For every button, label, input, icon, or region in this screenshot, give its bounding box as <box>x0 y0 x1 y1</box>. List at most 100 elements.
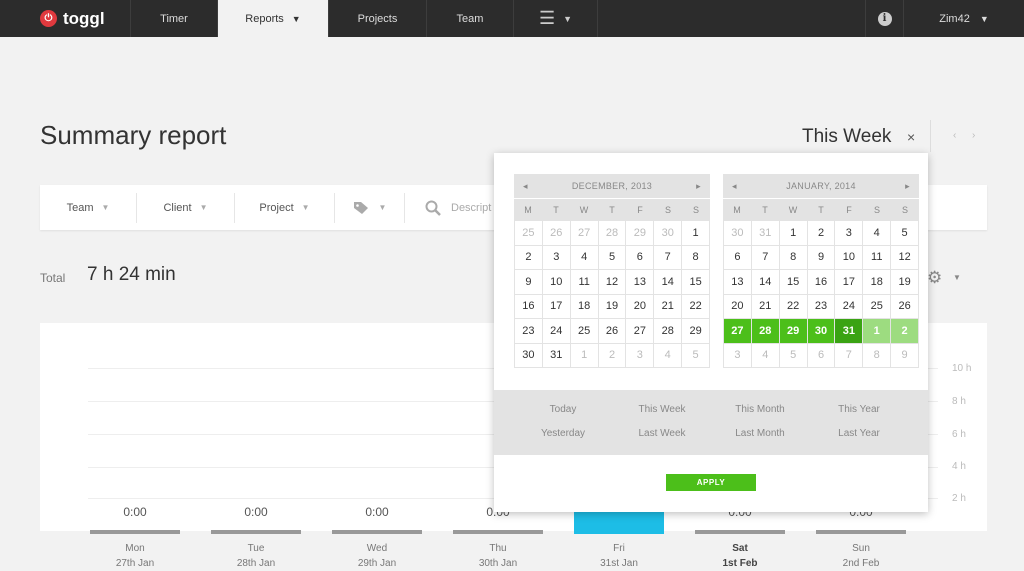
nav-team[interactable]: Team <box>427 0 514 37</box>
calendar-day[interactable]: 26 <box>598 319 627 344</box>
apply-button[interactable]: APPLY <box>666 474 756 491</box>
calendar-day[interactable]: 30 <box>724 221 752 246</box>
calendar-day[interactable]: 1 <box>863 319 892 344</box>
next-month-button[interactable]: ▸ <box>696 181 701 192</box>
calendar-day[interactable]: 2 <box>598 343 627 368</box>
calendar-day[interactable]: 24 <box>835 294 864 319</box>
calendar-day[interactable]: 29 <box>779 319 808 344</box>
calendar-day[interactable]: 17 <box>835 270 864 295</box>
preset-today[interactable]: Today <box>513 404 613 415</box>
calendar-day[interactable]: 1 <box>570 343 599 368</box>
calendar-day[interactable]: 28 <box>598 221 627 246</box>
calendar-day[interactable]: 8 <box>682 245 711 270</box>
calendar-day[interactable]: 13 <box>626 270 655 295</box>
calendar-day[interactable]: 7 <box>654 245 683 270</box>
calendar-day[interactable]: 9 <box>891 343 920 368</box>
calendar-day[interactable]: 14 <box>751 270 780 295</box>
nav-timer[interactable]: Timer <box>131 0 218 37</box>
calendar-day[interactable]: 3 <box>626 343 655 368</box>
calendar-day[interactable]: 9 <box>515 270 543 295</box>
calendar-day[interactable]: 30 <box>515 343 543 368</box>
calendar-day[interactable]: 2 <box>807 221 836 246</box>
calendar-day[interactable]: 4 <box>654 343 683 368</box>
calendar-day[interactable]: 5 <box>682 343 711 368</box>
calendar-day[interactable]: 22 <box>682 294 711 319</box>
calendar-day[interactable]: 31 <box>542 343 571 368</box>
calendar-day[interactable]: 12 <box>891 245 920 270</box>
calendar-day[interactable]: 23 <box>807 294 836 319</box>
calendar-day[interactable]: 27 <box>724 319 752 344</box>
calendar-day[interactable]: 15 <box>682 270 711 295</box>
calendar-day[interactable]: 2 <box>891 319 920 344</box>
calendar-day[interactable]: 26 <box>891 294 920 319</box>
calendar-day[interactable]: 11 <box>863 245 892 270</box>
calendar-day[interactable]: 25 <box>570 319 599 344</box>
nav-projects[interactable]: Projects <box>329 0 427 37</box>
calendar-day[interactable]: 9 <box>807 245 836 270</box>
calendar-day[interactable]: 19 <box>598 294 627 319</box>
calendar-day[interactable]: 4 <box>863 221 892 246</box>
prev-month-button[interactable]: ◂ <box>732 181 737 192</box>
calendar-day[interactable]: 19 <box>891 270 920 295</box>
calendar-day[interactable]: 24 <box>542 319 571 344</box>
calendar-day[interactable]: 5 <box>891 221 920 246</box>
calendar-day[interactable]: 20 <box>724 294 752 319</box>
calendar-day[interactable]: 8 <box>863 343 892 368</box>
calendar-day[interactable]: 25 <box>515 221 543 246</box>
gear-icon[interactable]: ⚙ <box>927 268 942 288</box>
nav-info-button[interactable]: i <box>865 0 904 37</box>
toggl-logo[interactable]: ⏻ toggl <box>0 0 131 37</box>
calendar-day[interactable]: 18 <box>863 270 892 295</box>
calendar-day[interactable]: 6 <box>724 245 752 270</box>
filter-project[interactable]: Project ▼ <box>235 192 335 223</box>
calendar-day[interactable]: 5 <box>779 343 808 368</box>
calendar-day[interactable]: 31 <box>751 221 780 246</box>
calendar-day[interactable]: 30 <box>807 319 836 344</box>
filter-team[interactable]: Team ▼ <box>40 192 137 223</box>
calendar-day[interactable]: 1 <box>779 221 808 246</box>
calendar-day[interactable]: 5 <box>598 245 627 270</box>
calendar-day[interactable]: 29 <box>626 221 655 246</box>
calendar-day[interactable]: 15 <box>779 270 808 295</box>
filter-tags[interactable]: ▼ <box>335 192 405 223</box>
calendar-day[interactable]: 7 <box>835 343 864 368</box>
nav-menu-button[interactable]: ☰ ▼ <box>514 0 598 37</box>
filter-client[interactable]: Client ▼ <box>137 192 235 223</box>
calendar-day[interactable]: 13 <box>724 270 752 295</box>
next-period-button[interactable]: › <box>972 130 975 141</box>
calendar-day[interactable]: 11 <box>570 270 599 295</box>
calendar-day[interactable]: 28 <box>654 319 683 344</box>
preset-last-week[interactable]: Last Week <box>612 428 712 439</box>
calendar-day[interactable]: 17 <box>542 294 571 319</box>
calendar-day[interactable]: 3 <box>542 245 571 270</box>
calendar-day[interactable]: 2 <box>515 245 543 270</box>
prev-month-button[interactable]: ◂ <box>523 181 528 192</box>
user-menu[interactable]: Zim42 ▼ <box>904 0 1024 37</box>
calendar-day[interactable]: 18 <box>570 294 599 319</box>
calendar-day[interactable]: 30 <box>654 221 683 246</box>
calendar-day[interactable]: 23 <box>515 319 543 344</box>
close-icon[interactable]: × <box>907 129 915 145</box>
calendar-day[interactable]: 31 <box>835 319 864 344</box>
calendar-day[interactable]: 6 <box>807 343 836 368</box>
calendar-day[interactable]: 27 <box>626 319 655 344</box>
calendar-day[interactable]: 12 <box>598 270 627 295</box>
calendar-day[interactable]: 6 <box>626 245 655 270</box>
calendar-day[interactable]: 21 <box>751 294 780 319</box>
calendar-day[interactable]: 27 <box>570 221 599 246</box>
calendar-day[interactable]: 22 <box>779 294 808 319</box>
calendar-day[interactable]: 26 <box>542 221 571 246</box>
calendar-day[interactable]: 10 <box>835 245 864 270</box>
calendar-day[interactable]: 7 <box>751 245 780 270</box>
calendar-day[interactable]: 29 <box>682 319 711 344</box>
calendar-day[interactable]: 20 <box>626 294 655 319</box>
calendar-day[interactable]: 1 <box>682 221 711 246</box>
calendar-day[interactable]: 16 <box>807 270 836 295</box>
next-month-button[interactable]: ▸ <box>905 181 910 192</box>
calendar-day[interactable]: 3 <box>835 221 864 246</box>
preset-this-week[interactable]: This Week <box>612 404 712 415</box>
calendar-day[interactable]: 4 <box>751 343 780 368</box>
preset-this-year[interactable]: This Year <box>809 404 909 415</box>
preset-yesterday[interactable]: Yesterday <box>513 428 613 439</box>
chevron-down-icon[interactable]: ▼ <box>953 273 961 282</box>
